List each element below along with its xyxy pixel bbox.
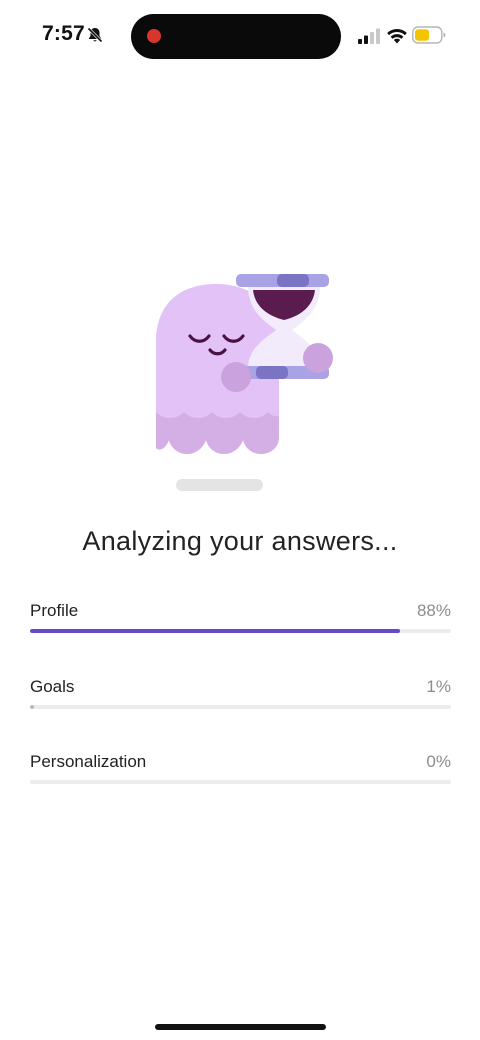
record-dot-icon <box>147 29 161 43</box>
ground-shadow <box>176 479 263 491</box>
ghost-hand-right <box>303 343 333 373</box>
progress-row-profile: Profile 88% <box>30 601 451 641</box>
status-time: 7:57 <box>42 22 85 45</box>
progress-track <box>30 780 451 784</box>
wifi-icon <box>387 28 407 44</box>
progress-percent: 88% <box>416 601 451 620</box>
progress-fill <box>30 705 35 709</box>
progress-label: Goals <box>30 677 75 696</box>
progress-percent: 1% <box>426 677 451 696</box>
ghost-hand-left <box>221 362 251 392</box>
progress-row-personalization: Personalization 0% <box>30 752 451 792</box>
ghost-hourglass-illustration <box>156 274 333 491</box>
progress-row-goals: Goals 1% <box>30 677 451 717</box>
home-indicator[interactable] <box>155 1024 326 1030</box>
progress-label: Personalization <box>30 752 147 771</box>
progress-label: Profile <box>30 601 79 620</box>
progress-track <box>30 629 451 633</box>
bell-off-icon <box>87 27 103 43</box>
progress-fill <box>30 629 401 633</box>
page-title: Analyzing your answers... <box>82 526 398 556</box>
dynamic-island <box>131 14 341 59</box>
signal-icon <box>358 28 380 44</box>
progress-percent: 0% <box>426 752 451 771</box>
battery-icon <box>412 26 446 44</box>
progress-track <box>30 705 451 709</box>
status-bar: 7:57 <box>0 0 480 72</box>
